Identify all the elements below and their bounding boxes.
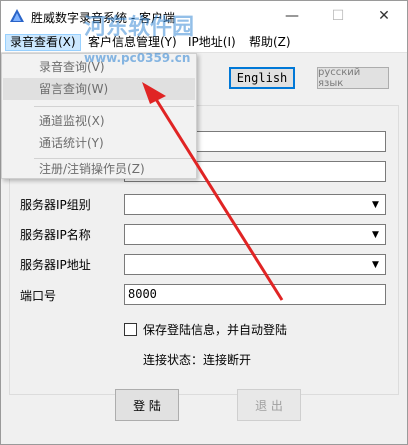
close-icon: ✕ — [378, 8, 390, 24]
dropdown-item-message-query[interactable]: 留言查询(W) — [3, 78, 195, 100]
chevron-down-icon[interactable]: ▼ — [368, 257, 383, 272]
server-group-select[interactable]: ▼ — [124, 194, 386, 215]
save-login-checkbox[interactable] — [124, 323, 137, 336]
dropdown-item-register-operator[interactable]: 注册/注销操作员(Z) — [3, 158, 195, 180]
minimize-icon: — — [285, 8, 299, 24]
title-bar[interactable]: 胜威数字录音系统 - 客户端 — ☐ ✕ — [1, 1, 407, 31]
server-address-label: 服务器IP地址 — [20, 258, 91, 272]
menu-recording-view[interactable]: 录音查看(X) — [5, 34, 81, 51]
recording-view-dropdown: 录音查询(V) 留言查询(W) 通道监视(X) 通话统计(Y) 注册/注销操作员… — [1, 53, 197, 179]
minimize-button[interactable]: — — [269, 1, 315, 31]
port-label: 端口号 — [20, 289, 57, 303]
server-name-label: 服务器IP名称 — [20, 228, 91, 242]
app-logo-icon — [10, 9, 24, 22]
save-login-label: 保存登陆信息，并自动登陆 — [143, 323, 288, 337]
exit-button[interactable]: 退 出 — [237, 389, 301, 421]
dropdown-item-channel-monitor[interactable]: 通道监视(X) — [3, 110, 195, 132]
window-title: 胜威数字录音系统 - 客户端 — [31, 11, 175, 25]
russian-button[interactable]: русский язык — [317, 67, 389, 89]
english-button[interactable]: English — [229, 67, 295, 89]
close-button[interactable]: ✕ — [361, 1, 407, 31]
connection-status: 连接状态：连接断开 — [143, 353, 252, 367]
dropdown-separator — [34, 106, 194, 107]
server-name-select[interactable]: ▼ — [124, 224, 386, 245]
menu-ip-address[interactable]: IP地址(I) — [184, 34, 240, 51]
menu-customer-info[interactable]: 客户信息管理(Y) — [84, 34, 181, 51]
maximize-button[interactable]: ☐ — [315, 1, 361, 31]
server-address-select[interactable]: ▼ — [124, 254, 386, 275]
dropdown-item-call-statistics[interactable]: 通话统计(Y) — [3, 132, 195, 154]
login-button[interactable]: 登 陆 — [115, 389, 179, 421]
menu-help[interactable]: 帮助(Z) — [245, 34, 295, 51]
server-group-label: 服务器IP组别 — [20, 198, 91, 212]
dropdown-item-recording-query[interactable]: 录音查询(V) — [3, 56, 195, 78]
maximize-icon: ☐ — [331, 8, 345, 24]
chevron-down-icon[interactable]: ▼ — [368, 227, 383, 242]
app-window: 胜威数字录音系统 - 客户端 — ☐ ✕ 录音查看(X) 客户信息管理(Y) I… — [0, 0, 408, 445]
port-input[interactable]: 8000 — [124, 284, 386, 305]
menu-bar: 录音查看(X) 客户信息管理(Y) IP地址(I) 帮助(Z) — [1, 31, 407, 53]
chevron-down-icon[interactable]: ▼ — [368, 197, 383, 212]
